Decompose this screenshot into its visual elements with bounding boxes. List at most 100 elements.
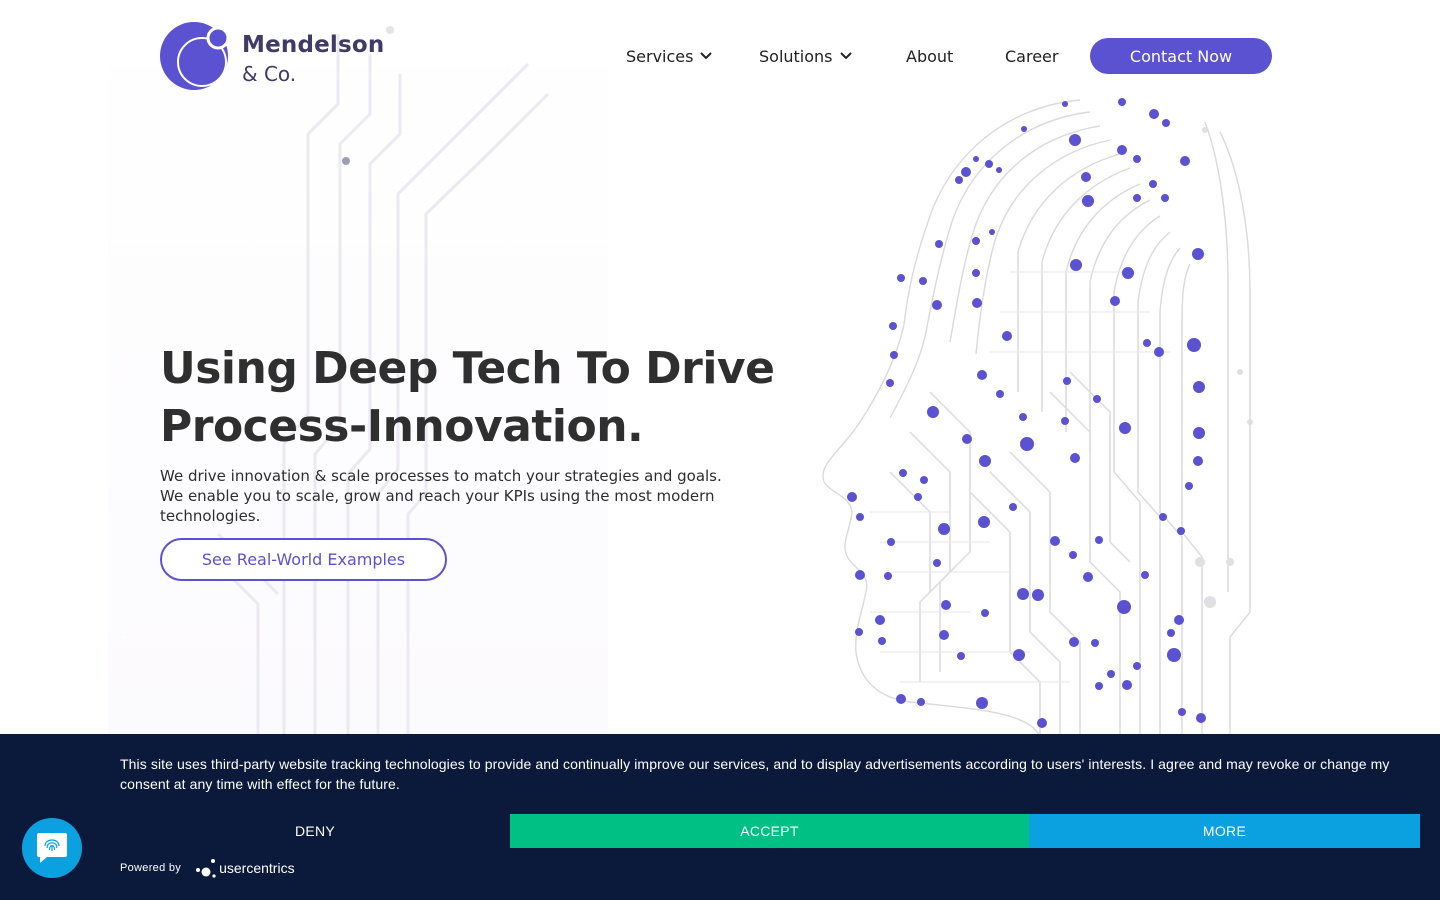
circuit-node-dot: [890, 351, 898, 359]
circuit-node-dot: [1037, 718, 1047, 728]
nav-item-solutions[interactable]: Solutions: [759, 38, 852, 74]
circuit-node-dot: [972, 237, 980, 245]
hero-section: Using Deep Tech To Drive Process-Innovat…: [160, 340, 780, 581]
chat-widget-button[interactable]: [22, 818, 82, 878]
circuit-node-dot: [1133, 194, 1141, 202]
logo-name: Mendelson: [242, 32, 385, 58]
ai-head-illustration: [822, 98, 1253, 737]
circuit-node-dot: [855, 570, 865, 580]
circuit-node-dot: [1187, 338, 1201, 352]
circuit-node-dot: [875, 615, 885, 625]
circuit-node-dot: [1069, 134, 1081, 146]
circuit-node-dot: [938, 523, 950, 535]
circuit-node-dot: [1063, 377, 1071, 385]
nav-item-career[interactable]: Career: [1005, 38, 1058, 74]
circuit-node-dot: [973, 156, 979, 162]
circuit-node-dot: [1180, 156, 1190, 166]
circuit-node-dot: [847, 492, 857, 502]
deny-button[interactable]: DENY: [120, 814, 510, 848]
logo-circles-icon: [160, 22, 230, 90]
circuit-node-dot: [1177, 527, 1185, 535]
circuit-node-dot: [1082, 195, 1094, 207]
circuit-node-dot: [939, 630, 949, 640]
circuit-node-dot: [1193, 427, 1205, 439]
circuit-node-dot: [1019, 413, 1027, 421]
circuit-node-dot: [1192, 248, 1204, 260]
circuit-node-dot: [1133, 155, 1141, 163]
circuit-node-dot: [1149, 180, 1157, 188]
accept-button[interactable]: ACCEPT: [510, 814, 1029, 848]
circuit-node-dot: [1196, 713, 1206, 723]
site-header: Mendelson & Co. Services Solutions About…: [0, 0, 1440, 110]
circuit-node-dot: [914, 493, 922, 501]
chevron-down-icon: [839, 52, 852, 60]
circuit-node-dot: [1013, 649, 1025, 661]
circuit-node-dot: [1149, 109, 1159, 119]
nav-item-services[interactable]: Services: [626, 38, 713, 74]
circuit-node-dot: [1193, 456, 1203, 466]
circuit-node-dot: [897, 274, 905, 282]
circuit-node-dot: [1061, 417, 1069, 425]
circuit-node-dot: [1143, 339, 1151, 347]
circuit-node-dot: [855, 628, 863, 636]
fingerprint-chat-icon: [37, 833, 67, 863]
circuit-node-dot: [1110, 296, 1120, 306]
circuit-node-dot: [878, 637, 886, 645]
circuit-node-dot: [955, 176, 963, 184]
circuit-node-dot: [884, 572, 892, 580]
hero-title: Using Deep Tech To Drive Process-Innovat…: [160, 340, 780, 456]
circuit-node-dot: [1081, 172, 1091, 182]
circuit-node-dot: [957, 652, 965, 660]
nav-label: Solutions: [759, 46, 833, 66]
logo-suffix: & Co.: [242, 62, 297, 86]
circuit-node-dot: [896, 694, 906, 704]
circuit-node-dot: [1117, 600, 1131, 614]
circuit-node-dot: [1069, 637, 1079, 647]
hero-title-line: Process-Innovation.: [160, 401, 644, 452]
circuit-node-dot: [1009, 503, 1017, 511]
circuit-node-dot: [976, 697, 988, 709]
hero-description-line: technologies.: [160, 507, 261, 525]
circuit-node-dot: [941, 600, 951, 610]
hero-title-line: Using Deep Tech To Drive: [160, 343, 775, 394]
hero-description-line: We drive innovation & scale processes to…: [160, 467, 722, 485]
circuit-node-dot: [962, 434, 972, 444]
circuit-node-dot: [981, 609, 989, 617]
circuit-node-dot: [1050, 536, 1060, 546]
powered-by-label: Powered by: [120, 862, 182, 874]
circuit-node-dot: [887, 538, 895, 546]
circuit-node-dot: [1017, 588, 1029, 600]
circuit-node-dot: [1083, 572, 1093, 582]
circuit-node-dot: [920, 476, 928, 484]
nav-item-about[interactable]: About: [906, 38, 953, 74]
circuit-node-dot: [1095, 536, 1103, 544]
circuit-node-dot: [1193, 381, 1205, 393]
circuit-node-dot: [996, 167, 1002, 173]
circuit-node-dot: [1161, 194, 1169, 202]
circuit-node-dot: [1178, 708, 1186, 716]
circuit-node-dot: [1002, 331, 1012, 341]
nav-label: About: [906, 46, 954, 66]
circuit-node-dot: [996, 390, 1004, 398]
company-logo[interactable]: Mendelson & Co.: [160, 20, 400, 92]
circuit-node-dot: [1174, 615, 1184, 625]
circuit-node-dot: [1167, 629, 1175, 637]
see-examples-button[interactable]: See Real-World Examples: [160, 538, 447, 581]
circuit-node-dot: [932, 300, 942, 310]
circuit-node-dot: [1162, 119, 1170, 127]
circuit-node-dot: [917, 698, 925, 706]
hero-description: We drive innovation & scale processes to…: [160, 466, 770, 526]
hero-description-line: We enable you to scale, grow and reach y…: [160, 487, 715, 505]
more-button[interactable]: MORE: [1029, 814, 1420, 848]
circuit-node-dot: [1021, 126, 1027, 132]
circuit-node-dot: [935, 240, 943, 248]
circuit-node-dot: [889, 322, 897, 330]
circuit-node-dot: [1095, 682, 1103, 690]
circuit-node-dot: [1107, 670, 1115, 678]
circuit-node-dot: [989, 229, 995, 235]
circuit-node-dot: [978, 516, 990, 528]
circuit-node-dot: [972, 269, 980, 277]
circuit-node-dot: [1185, 482, 1193, 490]
circuit-node-dot: [985, 160, 993, 168]
contact-now-button[interactable]: Contact Now: [1090, 38, 1272, 74]
